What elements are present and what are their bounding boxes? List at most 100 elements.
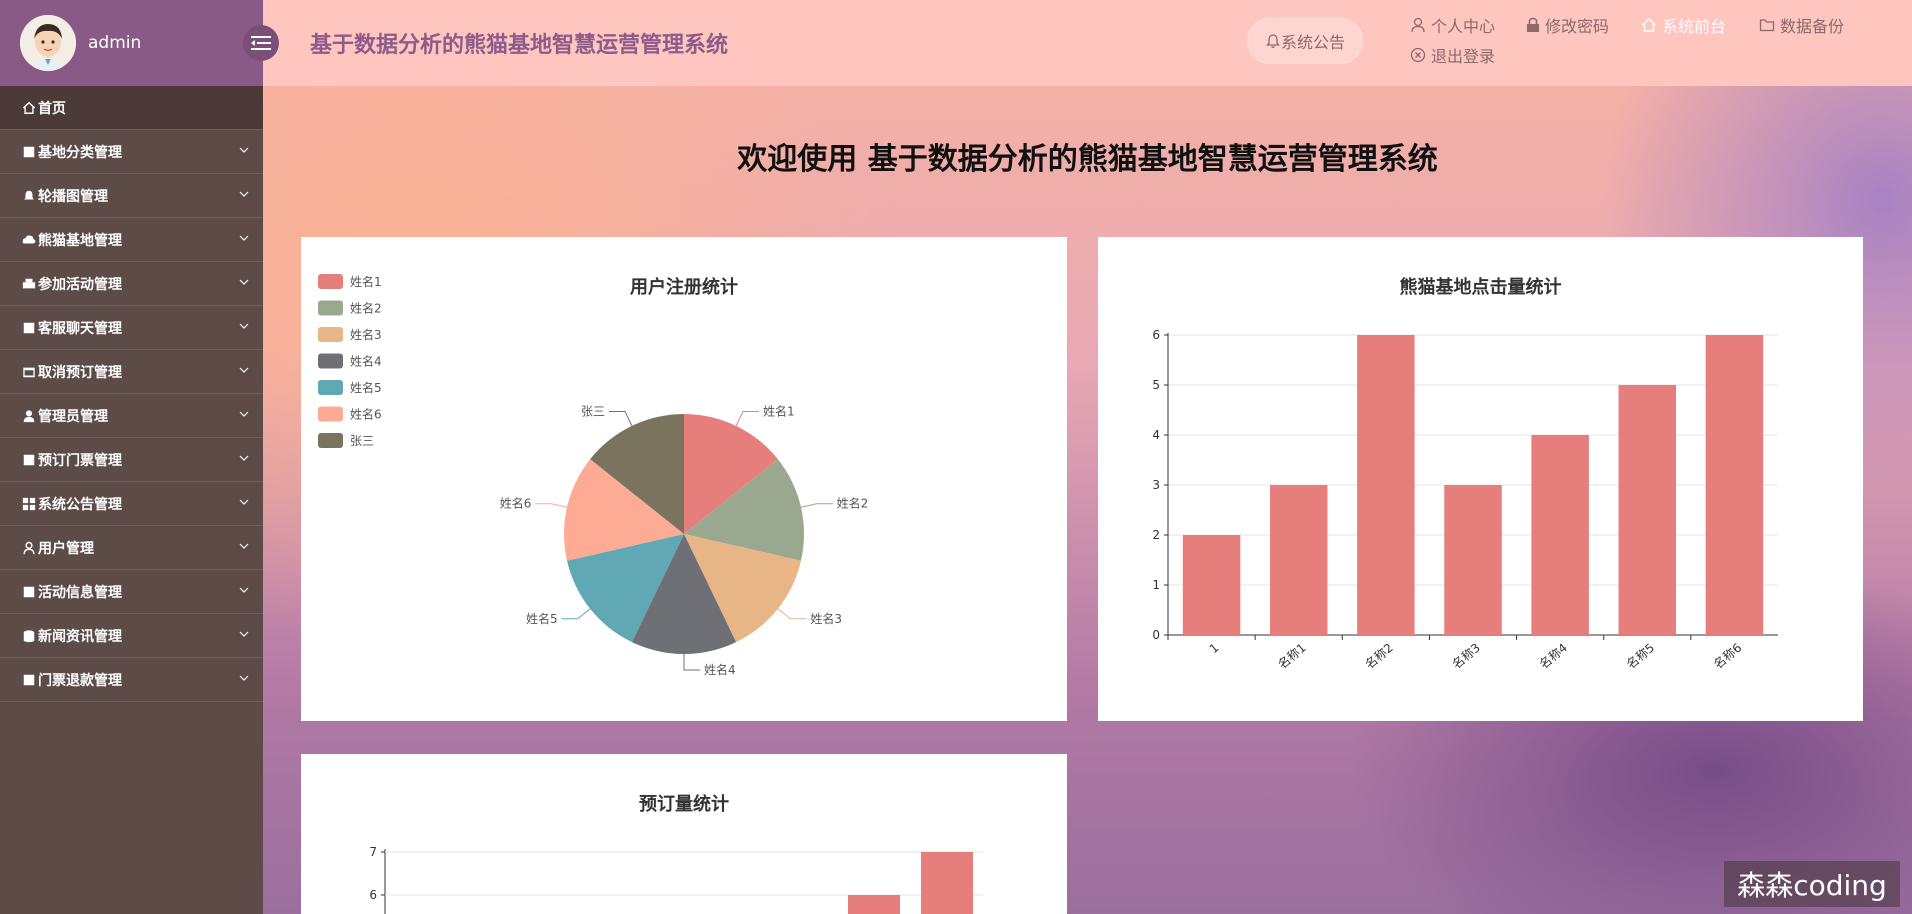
pie-label-line [800, 503, 833, 508]
y-tick-label: 7 [369, 845, 377, 859]
sidebar-item-label: 管理员管理 [38, 408, 108, 425]
pie-slice-label: 张三 [581, 404, 605, 418]
sidebar-item-13[interactable]: 门票退款管理 [0, 658, 263, 702]
bar[interactable] [848, 895, 900, 914]
sidebar-item-4[interactable]: 参加活动管理 [0, 262, 263, 306]
legend-label[interactable]: 姓名4 [350, 354, 382, 369]
legend-label[interactable]: 张三 [350, 434, 374, 448]
sidebar-item-label: 预订门票管理 [38, 452, 122, 469]
legend-label[interactable]: 姓名6 [350, 407, 382, 422]
sidebar-item-6[interactable]: 取消预订管理 [0, 350, 263, 394]
sidebar-item-label: 门票退款管理 [38, 672, 122, 689]
legend-label[interactable]: 姓名5 [350, 380, 382, 395]
bar[interactable] [1357, 335, 1415, 635]
y-tick-label: 5 [1152, 378, 1160, 392]
sidebar-item-3[interactable]: 熊猫基地管理 [0, 218, 263, 262]
front-page-label: 系统前台 [1662, 17, 1727, 36]
sidebar-item-2[interactable]: 轮播图管理 [0, 174, 263, 218]
bar[interactable] [1531, 435, 1589, 635]
x-tick-label: 1 [1207, 641, 1222, 657]
chevron-down-icon [239, 675, 249, 681]
sidebar-item-10[interactable]: 用户管理 [0, 526, 263, 570]
data-backup-label: 数据备份 [1780, 17, 1845, 36]
user-outline-icon [23, 541, 35, 554]
sidebar-item-11[interactable]: 活动信息管理 [0, 570, 263, 614]
user-icon [23, 409, 35, 422]
grid-icon [22, 497, 36, 510]
x-tick-label: 名称1 [1275, 640, 1309, 672]
sidebar-toggle-button[interactable] [243, 25, 279, 61]
profile-label: 个人中心 [1431, 17, 1496, 36]
sidebar-item-1[interactable]: 基地分类管理 [0, 130, 263, 174]
bar[interactable] [1444, 485, 1502, 635]
y-tick-label: 6 [369, 888, 377, 902]
legend-swatch[interactable] [318, 300, 343, 316]
sidebar-item-label: 熊猫基地管理 [38, 232, 122, 249]
legend-swatch[interactable] [318, 406, 343, 422]
sidebar-item-0[interactable]: 首页 [0, 86, 263, 130]
legend-label[interactable]: 姓名1 [350, 274, 382, 289]
logout-link[interactable]: 退出登录 [1410, 43, 1495, 67]
legend-swatch[interactable] [318, 433, 343, 448]
legend-swatch[interactable] [318, 274, 343, 289]
sidebar-item-label: 活动信息管理 [38, 584, 122, 601]
doc-icon [23, 322, 35, 333]
chevron-down-icon [239, 235, 249, 241]
sidebar-brand: admin [0, 0, 279, 86]
y-tick-label: 6 [1152, 328, 1160, 342]
chevron-down-icon [239, 191, 249, 197]
click-stats-card: 熊猫基地点击量统计 0 1 2 3 4 5 6 1 名称1 名称2 名称3 名称4 名称5 名称6 [1098, 237, 1863, 721]
home-icon [22, 101, 36, 114]
pie-label-line [561, 608, 591, 620]
profile-link[interactable]: 个人中心 [1410, 13, 1495, 37]
sidebar-item-9[interactable]: 系统公告管理 [0, 482, 263, 526]
legend-label[interactable]: 姓名2 [350, 301, 382, 316]
bar[interactable] [1618, 385, 1677, 635]
sidebar-item-8[interactable]: 预订门票管理 [0, 438, 263, 482]
x-tick-label: 名称4 [1536, 640, 1570, 672]
doc-icon [23, 146, 35, 157]
avatar[interactable] [20, 15, 76, 71]
pie-label-line [777, 608, 807, 620]
welcome-heading: 欢迎使用 基于数据分析的熊猫基地智慧运营管理系统 [737, 142, 1438, 177]
pie-label-line [608, 410, 633, 427]
bell-icon [1266, 34, 1280, 48]
system-notice-button[interactable]: 系统公告 [1247, 18, 1363, 64]
bar[interactable] [921, 852, 973, 914]
pie-chart: 姓名1 姓名2 姓名3 姓名4 姓名5 姓名6 张三 姓名1 姓名2 姓名3 姓名4 姓名5 姓名6 张三 [318, 274, 869, 677]
system-title: 基于数据分析的熊猫基地智慧运营管理系统 [310, 33, 729, 58]
legend-swatch[interactable] [318, 327, 343, 342]
system-notice-label: 系统公告 [1280, 33, 1345, 52]
doc-icon [23, 454, 35, 465]
bar[interactable] [1182, 535, 1241, 635]
user-registration-card: 用户注册统计 姓名1 姓名2 姓名3 姓名4 姓名5 姓名6 张三 姓名1 姓名2 姓名3 姓名4 姓… [301, 237, 1067, 721]
change-password-link[interactable]: 修改密码 [1526, 13, 1609, 37]
pie-slice-label: 姓名1 [763, 403, 795, 418]
pie-slice-label: 姓名2 [837, 496, 869, 511]
bar[interactable] [1269, 485, 1328, 635]
legend-label[interactable]: 姓名3 [350, 327, 382, 342]
sidebar-item-7[interactable]: 管理员管理 [0, 394, 263, 438]
chevron-down-icon [239, 367, 249, 373]
drum-icon [23, 629, 35, 642]
sidebar-item-label: 客服聊天管理 [38, 320, 122, 337]
doc-icon [23, 586, 35, 597]
y-tick-label: 0 [1152, 628, 1160, 642]
legend-swatch[interactable] [318, 380, 343, 395]
sidebar-item-label: 用户管理 [38, 540, 94, 557]
chevron-down-icon [239, 543, 249, 549]
sidebar-item-12[interactable]: 新闻资讯管理 [0, 614, 263, 658]
data-backup-link[interactable]: 数据备份 [1759, 13, 1844, 37]
chevron-down-icon [239, 631, 249, 637]
printer-icon [22, 278, 36, 288]
front-page-link[interactable]: 系统前台 [1641, 13, 1726, 37]
x-tick-label: 名称3 [1449, 640, 1483, 672]
calendar-icon [23, 367, 35, 377]
legend-swatch[interactable] [318, 353, 343, 369]
y-tick-label: 3 [1152, 478, 1160, 492]
folder-icon [1759, 19, 1775, 32]
topbar: 基于数据分析的熊猫基地智慧运营管理系统 系统公告 个人中心 修改密码 系统前台 … [263, 0, 1912, 86]
sidebar-item-5[interactable]: 客服聊天管理 [0, 306, 263, 350]
sidebar-item-label: 参加活动管理 [38, 276, 122, 293]
bar[interactable] [1705, 335, 1764, 635]
